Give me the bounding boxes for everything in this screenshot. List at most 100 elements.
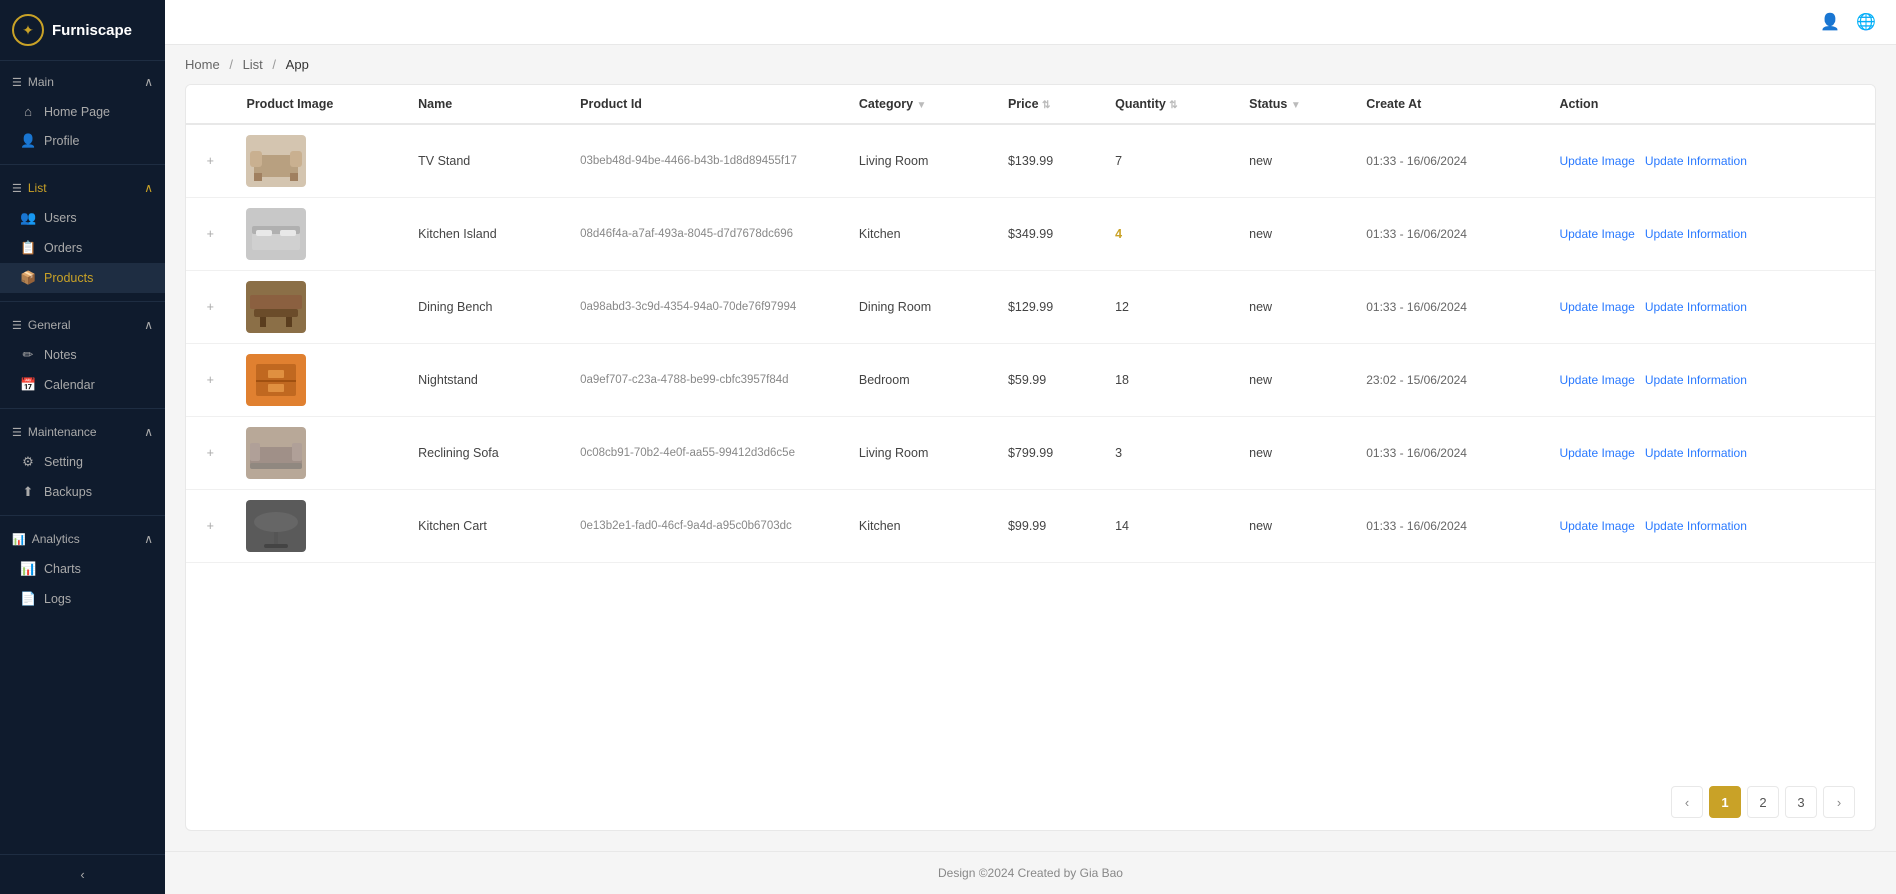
chevron-up-icon-list: ∧ [144,181,153,195]
update-image-link[interactable]: Update Image [1559,227,1634,241]
pagination-page-2[interactable]: 2 [1747,786,1779,818]
profile-icon: 👤 [20,133,36,149]
breadcrumb-home[interactable]: Home [185,57,220,72]
maintenance-icon: ☰ [12,426,22,439]
orders-icon: 📋 [20,240,36,256]
users-icon: 👥 [20,210,36,226]
sidebar-section-list: ☰ List ∧ 👥 Users 📋 Orders 📦 Products [0,167,165,299]
row-action: Update Image Update Information [1547,490,1875,563]
row-create-at: 01:33 - 16/06/2024 [1354,271,1547,344]
sidebar-section-analytics-label: Analytics [32,532,80,546]
table-scroll-area[interactable]: Product Image Name Product Id Category ▼… [186,85,1875,774]
row-expand[interactable]: + [186,490,234,563]
update-image-link[interactable]: Update Image [1559,446,1634,460]
row-name: TV Stand [406,124,568,198]
home-icon: ⌂ [20,104,36,119]
row-price: $59.99 [996,344,1103,417]
globe-icon[interactable]: 🌐 [1856,12,1876,32]
table-row: + TV Stand03beb48d-94be-4466-b43b-1d8d894… [186,124,1875,198]
row-category: Bedroom [847,344,996,417]
update-information-link[interactable]: Update Information [1645,154,1747,168]
sidebar-item-products[interactable]: 📦 Products [0,263,165,293]
row-product-id: 03beb48d-94be-4466-b43b-1d8d89455f17 [568,124,847,198]
update-information-link[interactable]: Update Information [1645,519,1747,533]
update-information-link[interactable]: Update Information [1645,373,1747,387]
row-action: Update Image Update Information [1547,344,1875,417]
sidebar-item-calendar-label: Calendar [44,378,95,392]
col-header-category[interactable]: Category ▼ [847,85,996,124]
breadcrumb-current: App [286,57,309,72]
sidebar-section-maintenance-header[interactable]: ☰ Maintenance ∧ [0,417,165,447]
pagination-next[interactable]: › [1823,786,1855,818]
row-name: Dining Bench [406,271,568,344]
sidebar-item-homepage[interactable]: ⌂ Home Page [0,97,165,126]
breadcrumb-list[interactable]: List [243,57,263,72]
row-expand[interactable]: + [186,124,234,198]
pagination: ‹ 1 2 3 › [186,774,1875,830]
row-quantity: 18 [1103,344,1237,417]
sidebar-section-analytics-header[interactable]: 📊 Analytics ∧ [0,524,165,554]
chevron-up-icon: ∧ [144,75,153,89]
row-name: Reclining Sofa [406,417,568,490]
sidebar-collapse-button[interactable]: ‹ [0,854,165,894]
update-information-link[interactable]: Update Information [1645,446,1747,460]
category-filter-icon: ▼ [917,100,927,111]
update-image-link[interactable]: Update Image [1559,373,1634,387]
update-information-link[interactable]: Update Information [1645,227,1747,241]
app-logo: ✦ Furniscape [0,0,165,61]
user-icon[interactable]: 👤 [1820,12,1840,32]
setting-icon: ⚙ [20,454,36,470]
col-header-name: Name [406,85,568,124]
row-action: Update Image Update Information [1547,198,1875,271]
col-header-status[interactable]: Status ▼ [1237,85,1354,124]
sidebar-item-charts[interactable]: 📊 Charts [0,554,165,584]
update-image-link[interactable]: Update Image [1559,519,1634,533]
sidebar-item-charts-label: Charts [44,562,81,576]
pagination-prev[interactable]: ‹ [1671,786,1703,818]
sidebar-item-logs[interactable]: 📄 Logs [0,584,165,614]
general-icon: ☰ [12,319,22,332]
charts-icon: 📊 [20,561,36,577]
sidebar-section-list-header[interactable]: ☰ List ∧ [0,173,165,203]
sidebar-item-users[interactable]: 👥 Users [0,203,165,233]
row-expand[interactable]: + [186,198,234,271]
row-product-id: 0a9ef707-c23a-4788-be99-cbfc3957f84d [568,344,847,417]
sidebar-section-maintenance-label: Maintenance [28,425,97,439]
update-information-link[interactable]: Update Information [1645,300,1747,314]
sidebar-item-profile[interactable]: 👤 Profile [0,126,165,156]
pagination-page-3[interactable]: 3 [1785,786,1817,818]
sidebar-item-setting[interactable]: ⚙ Setting [0,447,165,477]
col-header-quantity[interactable]: Quantity ⇅ [1103,85,1237,124]
topbar: 👤 🌐 [165,0,1896,45]
row-product-id: 0a98abd3-3c9d-4354-94a0-70de76f97994 [568,271,847,344]
sidebar-section-main-header[interactable]: ☰ Main ∧ [0,67,165,97]
row-image [234,271,406,344]
row-status: new [1237,271,1354,344]
footer-text: Design ©2024 Created by Gia Bao [938,866,1123,880]
update-image-link[interactable]: Update Image [1559,154,1634,168]
sidebar-section-general-header[interactable]: ☰ General ∧ [0,310,165,340]
sidebar-item-profile-label: Profile [44,134,79,148]
collapse-icon: ‹ [80,867,84,882]
sidebar-item-calendar[interactable]: 📅 Calendar [0,370,165,400]
logs-icon: 📄 [20,591,36,607]
sidebar-item-orders[interactable]: 📋 Orders [0,233,165,263]
sidebar-item-setting-label: Setting [44,455,83,469]
main-content: 👤 🌐 Home / List / App Product Image Name… [165,0,1896,894]
row-status: new [1237,198,1354,271]
pagination-page-1[interactable]: 1 [1709,786,1741,818]
price-sort-icon: ⇅ [1042,100,1050,111]
sidebar-item-backups[interactable]: ⬆ Backups [0,477,165,507]
row-status: new [1237,490,1354,563]
sidebar-item-notes[interactable]: ✏ Notes [0,340,165,370]
row-expand[interactable]: + [186,417,234,490]
row-price: $99.99 [996,490,1103,563]
products-table-container: Product Image Name Product Id Category ▼… [185,84,1876,831]
row-expand[interactable]: + [186,271,234,344]
row-expand[interactable]: + [186,344,234,417]
row-image [234,124,406,198]
col-header-product-id: Product Id [568,85,847,124]
table-row: +Nightstand0a9ef707-c23a-4788-be99-cbfc3… [186,344,1875,417]
update-image-link[interactable]: Update Image [1559,300,1634,314]
col-header-price[interactable]: Price ⇅ [996,85,1103,124]
